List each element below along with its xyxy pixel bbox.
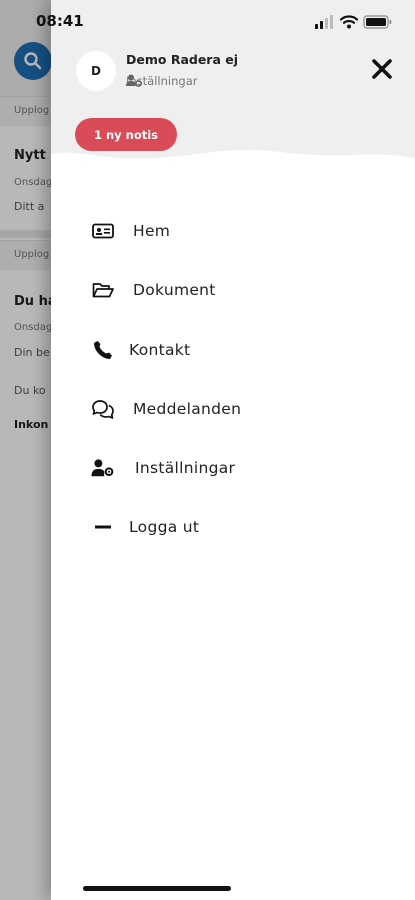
menu-item-kontakt[interactable]: Kontakt bbox=[91, 330, 190, 370]
menu-label: Logga ut bbox=[129, 518, 200, 536]
user-gear-icon bbox=[91, 456, 115, 480]
menu-label: Meddelanden bbox=[133, 400, 242, 418]
avatar[interactable]: D bbox=[76, 51, 116, 91]
chat-icon bbox=[91, 397, 115, 421]
folder-open-icon bbox=[91, 278, 115, 302]
home-indicator[interactable] bbox=[83, 886, 231, 891]
notification-badge[interactable]: 1 ny notis bbox=[75, 118, 177, 151]
wifi-icon bbox=[339, 15, 359, 29]
signal-icon bbox=[315, 15, 333, 29]
minus-icon bbox=[91, 515, 115, 539]
status-time: 08:41 bbox=[36, 12, 84, 30]
menu-item-meddelanden[interactable]: Meddelanden bbox=[91, 389, 241, 429]
menu-item-dokument[interactable]: Dokument bbox=[91, 270, 216, 310]
phone-icon bbox=[91, 338, 115, 362]
menu-label: Inställningar bbox=[135, 459, 236, 477]
close-icon bbox=[372, 59, 392, 79]
user-gear-icon bbox=[126, 74, 142, 87]
settings-link[interactable]: Inställningar bbox=[126, 74, 197, 88]
close-button[interactable] bbox=[371, 58, 393, 80]
battery-icon bbox=[363, 15, 392, 29]
status-icons bbox=[315, 15, 392, 29]
menu-label: Kontakt bbox=[129, 341, 191, 359]
menu-item-logga-ut[interactable]: Logga ut bbox=[91, 507, 199, 547]
menu-item-installningar[interactable]: Inställningar bbox=[91, 448, 235, 488]
menu-label: Dokument bbox=[133, 281, 216, 299]
id-card-icon bbox=[91, 219, 115, 243]
status-bar: 08:41 bbox=[0, 0, 415, 44]
side-drawer: D Demo Radera ej Inställningar 1 ny noti… bbox=[51, 0, 415, 900]
menu-label: Hem bbox=[133, 222, 171, 240]
menu-item-hem[interactable]: Hem bbox=[91, 211, 170, 251]
user-name: Demo Radera ej bbox=[126, 52, 239, 67]
